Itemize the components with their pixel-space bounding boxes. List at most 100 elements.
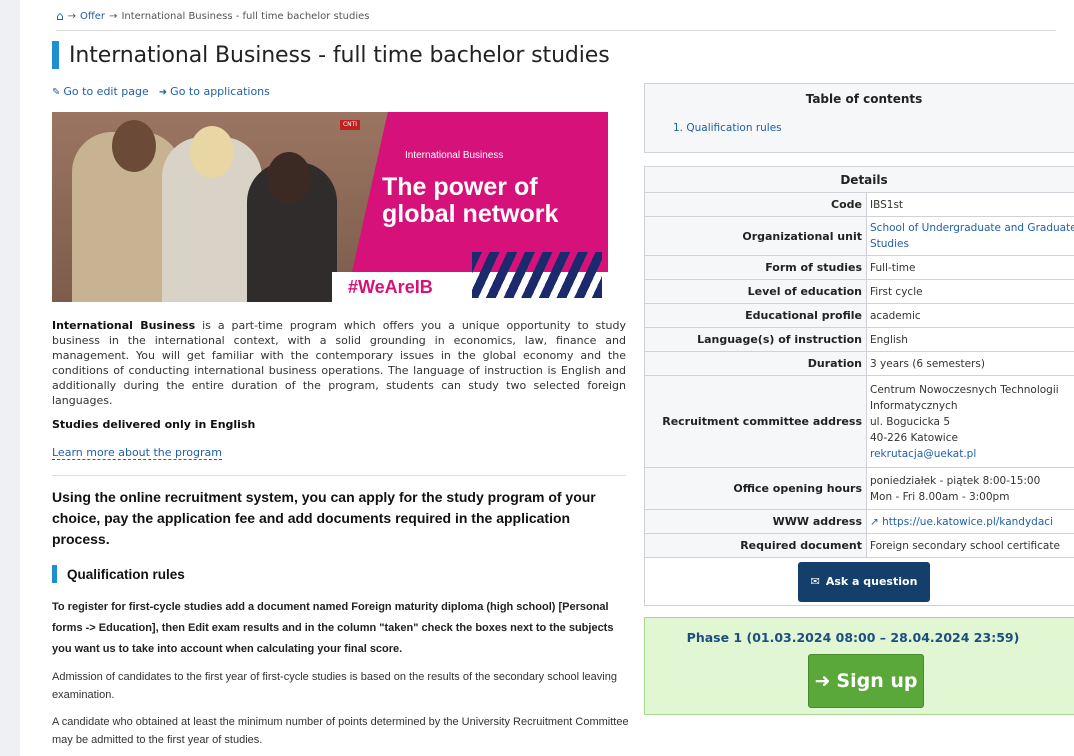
details-row: Level of education First cycle [644,279,1074,304]
details-key: Organizational unit [644,216,867,256]
qualification-rules-title: Qualification rules [67,566,185,582]
details-value: English [866,327,1074,352]
title-accent-bar [52,41,59,69]
details-row: Language(s) of instruction English [644,327,1074,352]
organizational-unit-link[interactable]: School of Undergraduate and Graduate Stu… [870,222,1074,250]
section-divider [52,475,626,476]
table-of-contents: Table of contents 1. Qualification rules [644,83,1074,153]
details-value: School of Undergraduate and Graduate Stu… [866,216,1074,256]
applications-link[interactable]: ➜ Go to applications [159,85,270,98]
applications-label: Go to applications [170,85,270,98]
banner-stripes-decoration [472,252,602,298]
edit-page-label: Go to edit page [63,85,149,98]
address-line: 40-226 Katowice [870,431,958,444]
details-key: Educational profile [644,303,867,328]
qualification-accent-bar [52,565,57,583]
address-line: Centrum Nowoczesnych Technologii [870,383,1059,396]
details-key: Required document [644,533,867,558]
details-value: First cycle [866,279,1074,304]
details-key: Recruitment committee address [644,375,867,468]
banner-headline-line: global network [382,200,559,228]
banner-headline-line: The power of [382,173,538,201]
sign-in-icon: ➜ [158,87,168,98]
details-value: IBS1st [866,192,1074,217]
qualification-paragraph: To register for first-cycle studies add … [52,601,614,655]
qualification-paragraph: Admission of candidates to the first yea… [52,671,617,701]
address-line: ul. Bogucicka 5 [870,415,951,428]
envelope-icon: ✉ [810,575,820,588]
toc-title: Table of contents [805,92,923,106]
ask-question-cell: ✉ Ask a question [644,557,1074,606]
details-row: Code IBS1st [644,192,1074,217]
details-row: Form of studies Full-time [644,255,1074,280]
delivered-in-english-note: Studies delivered only in English [52,418,256,431]
qualification-rules-heading: Qualification rules [52,564,185,584]
recruitment-email-link[interactable]: rekrutacja@uekat.pl [870,448,976,460]
details-key: Code [644,192,867,217]
details-key: Form of studies [644,255,867,280]
banner-person-head [267,152,311,204]
details-table: Details Code IBS1st Organizational unit … [644,166,1074,606]
details-value: poniedziałek - piątek 8:00-15:00 Mon - F… [866,467,1074,510]
details-key: Level of education [644,279,867,304]
details-key: WWW address [644,509,867,534]
recruitment-phase-panel: Phase 1 (01.03.2024 08:00 – 28.04.2024 2… [644,617,1074,715]
www-address-link[interactable]: ↗ https://ue.katowice.pl/kandydaci [870,516,1053,528]
action-links: ✎ Go to edit page ➜ Go to applications [52,85,270,98]
ask-question-label: Ask a question [825,575,918,588]
edit-icon: ✎ [52,87,61,98]
www-address-text: https://ue.katowice.pl/kandydaci [882,515,1053,528]
qualification-paragraph: A candidate who obtained at least the mi… [52,716,629,746]
breadcrumb: ⌂ → Offer → International Business - ful… [56,9,1056,31]
details-row: Organizational unit School of Undergradu… [644,216,1074,256]
hours-line: Mon - Fri 8.00am - 3:00pm [870,490,1010,503]
sign-in-icon: ➜ [814,670,831,692]
ask-question-button[interactable]: ✉ Ask a question [797,561,931,602]
breadcrumb-offer-link[interactable]: Offer [80,11,105,22]
banner-person-head [190,126,234,178]
details-key: Language(s) of instruction [644,327,867,352]
banner-sign: CNTI [340,120,360,130]
banner-person-head [112,120,156,172]
sign-up-button[interactable]: ➜ Sign up [808,654,924,708]
home-icon[interactable]: ⌂ [56,9,64,23]
address-line: Informatycznych [870,399,958,412]
online-system-heading: Using the online recruitment system, you… [52,489,596,547]
program-name: International Business [52,319,196,332]
details-key: Duration [644,351,867,376]
details-row: ✉ Ask a question [644,557,1074,606]
edit-page-link[interactable]: ✎ Go to edit page [52,85,149,98]
breadcrumb-current: International Business - full time bache… [121,10,370,22]
details-value: ↗ https://ue.katowice.pl/kandydaci [866,509,1074,534]
banner-small-label: International Business [405,150,504,161]
details-value: academic [866,303,1074,328]
arrow-right-icon: → [67,10,77,22]
details-row: Educational profile academic [644,303,1074,328]
program-banner-image: CNTI International Business The power of… [52,112,608,302]
left-side-strip [0,0,20,756]
banner-hashtag: #WeAreIB [348,277,433,297]
details-title: Details [644,166,1074,193]
details-value: Foreign secondary school certificate [866,533,1074,558]
details-row: Recruitment committee address Centrum No… [644,375,1074,468]
details-row: WWW address ↗ https://ue.katowice.pl/kan… [644,509,1074,534]
details-row: Required document Foreign secondary scho… [644,533,1074,558]
details-row: Office opening hours poniedziałek - piąt… [644,467,1074,510]
details-value: 3 years (6 semesters) [866,351,1074,376]
toc-item-qualification-rules[interactable]: 1. Qualification rules [673,122,782,134]
sign-up-label: Sign up [836,670,918,692]
arrow-right-icon: → [109,10,118,22]
details-value: Centrum Nowoczesnych Technologii Informa… [866,375,1074,468]
external-link-icon: ↗ [870,515,879,528]
banner-headline: The power of global network [382,174,558,228]
page-title-text: International Business - full time bache… [69,42,610,68]
learn-more-link[interactable]: Learn more about the program [52,446,222,460]
program-description: International Business is a part-time pr… [52,318,626,408]
details-key: Office opening hours [644,467,867,510]
details-value: Full-time [866,255,1074,280]
program-description-text: is a part-time program which offers you … [52,319,627,407]
hours-line: poniedziałek - piątek 8:00-15:00 [870,474,1041,487]
phase-title: Phase 1 (01.03.2024 08:00 – 28.04.2024 2… [686,630,1020,645]
page-title: International Business - full time bache… [52,40,610,70]
details-row: Duration 3 years (6 semesters) [644,351,1074,376]
